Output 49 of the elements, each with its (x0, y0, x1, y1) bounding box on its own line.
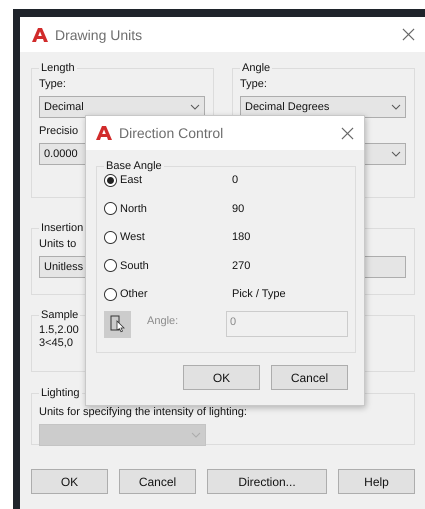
pick-cursor-icon (110, 315, 126, 333)
angle-value: Pick / Type (232, 288, 286, 300)
group-label: Length (40, 62, 76, 74)
app-logo-icon (96, 125, 112, 141)
radio-button[interactable] (104, 288, 117, 301)
field-label: Type: (240, 77, 267, 91)
dialog-button[interactable]: Cancel (119, 469, 196, 494)
group-label: Angle (241, 62, 272, 74)
type-dropdown[interactable]: Decimal Degrees (240, 96, 406, 118)
angle-value: 90 (232, 202, 244, 215)
chevron-icon (391, 151, 401, 157)
dialog-button[interactable]: OK (31, 469, 108, 494)
sample-text: 3<45,0 (39, 337, 73, 350)
group-label: Insertion (40, 222, 84, 234)
radio-label[interactable]: West (120, 231, 232, 244)
field-label: Precisio (39, 124, 78, 138)
dialog-button[interactable]: Cancel (271, 365, 348, 390)
type-dropdown[interactable]: Decimal (39, 96, 205, 118)
dialog-button[interactable]: Direction... (207, 469, 327, 494)
dialog-button[interactable]: Help (338, 469, 415, 494)
radio-label[interactable]: Other (120, 288, 232, 300)
angle-value: 0 (232, 174, 238, 186)
pick-button[interactable] (104, 310, 131, 338)
dialog-title: Direction Control (119, 125, 224, 141)
group-label: Lighting (40, 387, 81, 399)
group-label: Base Angle (105, 160, 163, 172)
window-title: Drawing Units (55, 26, 144, 42)
radio-button[interactable] (104, 174, 117, 187)
group-label: Sample (40, 309, 80, 321)
sample-text: 1.5,2.00 (39, 324, 79, 337)
field-label: Units to (39, 237, 76, 251)
radio-button[interactable] (104, 202, 117, 216)
chevron-icon (191, 432, 201, 438)
field-label: Type: (39, 77, 66, 91)
field-label: Units for specifying the intensity of lighting: (39, 405, 247, 419)
radio-button[interactable] (104, 259, 117, 272)
chevron-icon (391, 104, 401, 110)
app-logo-icon (32, 26, 48, 42)
close-icon[interactable] (402, 28, 415, 41)
chevron-icon (190, 104, 200, 110)
radio-button[interactable] (104, 230, 117, 244)
angle-value: 270 (232, 260, 250, 272)
angle-value: 180 (232, 231, 250, 244)
radio-label[interactable]: South (120, 260, 232, 272)
close-icon[interactable] (341, 126, 354, 140)
field-label: Angle: (147, 315, 180, 327)
radio-label[interactable]: North (120, 202, 232, 215)
dialog-button[interactable]: OK (183, 365, 260, 390)
radio-label[interactable]: East (120, 174, 232, 186)
